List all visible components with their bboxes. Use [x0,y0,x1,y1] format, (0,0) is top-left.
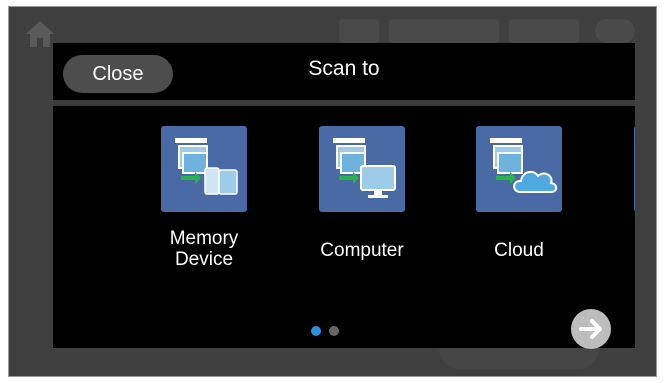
status-indicator [509,19,579,43]
memory-device-icon [161,126,247,212]
tile-cloud[interactable]: Cloud [459,126,579,261]
home-icon [26,21,54,47]
cloud-icon [476,126,562,212]
tile-partial-next[interactable] [617,126,635,212]
tile-label-line: Memory [169,228,239,249]
tile-label: Cloud [494,240,544,261]
status-indicator [389,19,499,43]
page-dot-active [311,326,321,336]
computer-icon [319,126,405,212]
scan-to-dialog: Close Scan to Memory Device Computer Clo… [53,43,635,349]
status-indicator [339,19,379,43]
tile-label: Memory Device [144,228,264,270]
tile-label: Computer [320,240,404,261]
next-page-button[interactable] [571,309,611,349]
status-indicator [595,19,635,43]
tile-memory-device[interactable]: Memory Device [144,126,264,270]
page-dot-inactive [329,326,339,336]
dialog-header: Close Scan to [53,43,635,100]
page-indicator [311,323,347,341]
arrow-right-icon [579,319,602,339]
partial-next-option-icon [634,126,635,212]
tile-computer[interactable]: Computer [302,126,422,261]
tile-label-line: Device [174,249,234,270]
printer-screen: Close Scan to Memory Device Computer Clo… [8,6,657,377]
dialog-title: Scan to [308,57,380,80]
scan-destination-grid: Memory Device Computer Cloud [53,106,635,348]
